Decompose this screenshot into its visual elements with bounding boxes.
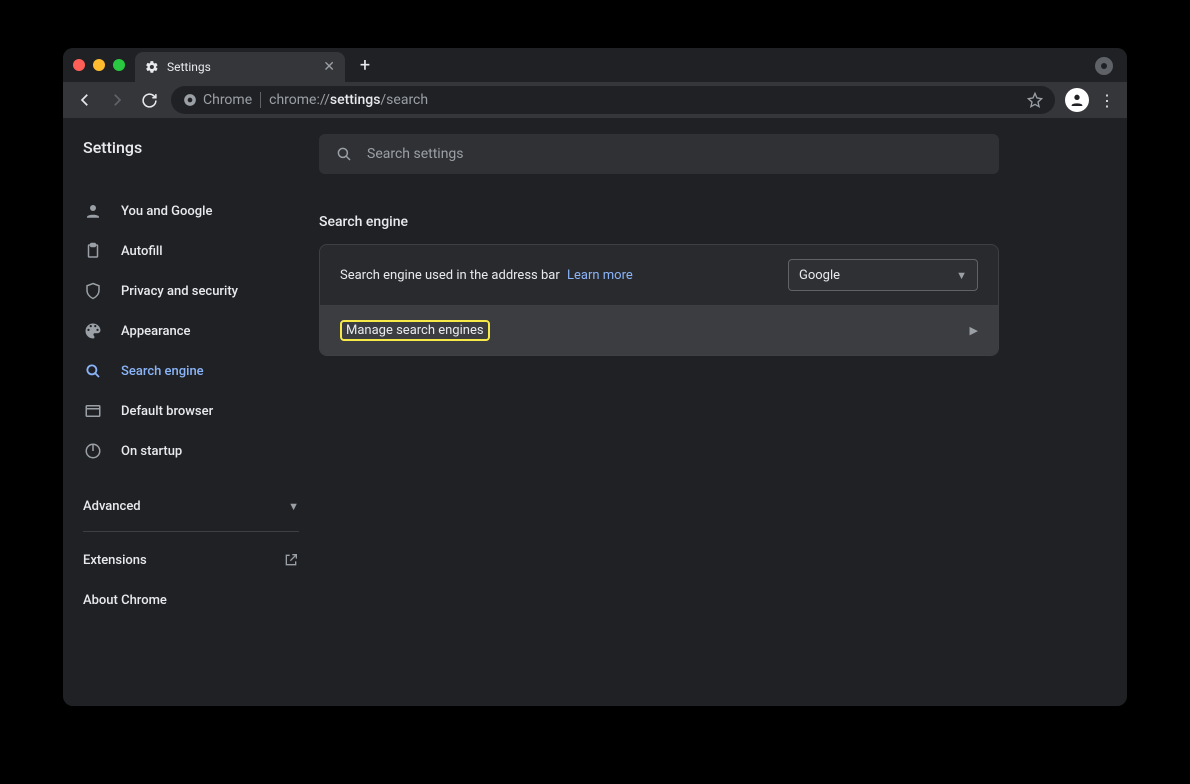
sidebar-item-label: On startup bbox=[121, 444, 182, 459]
incognito-indicator-icon[interactable] bbox=[1095, 57, 1113, 75]
site-info: Chrome bbox=[183, 92, 261, 108]
power-icon bbox=[83, 441, 103, 461]
sidebar-item-appearance[interactable]: Appearance bbox=[63, 311, 319, 351]
new-tab-button[interactable]: + bbox=[353, 55, 377, 76]
window-controls bbox=[73, 59, 125, 71]
gear-icon bbox=[145, 60, 159, 74]
browser-icon bbox=[83, 401, 103, 421]
settings-page: Settings You and Google Autofill Privacy… bbox=[63, 118, 1127, 706]
external-link-icon bbox=[283, 552, 299, 568]
advanced-label: Advanced bbox=[83, 499, 141, 514]
sidebar-item-search-engine[interactable]: Search engine bbox=[63, 351, 319, 391]
sidebar-item-label: Search engine bbox=[121, 364, 204, 379]
section-title: Search engine bbox=[319, 214, 1087, 230]
close-window-button[interactable] bbox=[73, 59, 85, 71]
about-label: About Chrome bbox=[83, 593, 167, 608]
search-engine-card: Search engine used in the address bar Le… bbox=[319, 244, 999, 356]
learn-more-link[interactable]: Learn more bbox=[567, 268, 633, 283]
address-bar[interactable]: Chrome chrome://settings/search bbox=[171, 86, 1055, 114]
sidebar-item-you-and-google[interactable]: You and Google bbox=[63, 191, 319, 231]
chevron-down-icon: ▼ bbox=[288, 500, 299, 513]
chevron-right-icon: ▶ bbox=[970, 324, 978, 337]
sidebar-divider bbox=[83, 531, 299, 532]
main-panel: Search engine Search engine used in the … bbox=[319, 118, 1127, 706]
sidebar-extensions-link[interactable]: Extensions bbox=[63, 540, 319, 580]
tab-strip: Settings ✕ + bbox=[63, 48, 1127, 82]
manage-search-engines-label: Manage search engines bbox=[340, 320, 490, 341]
bookmark-star-icon[interactable] bbox=[1027, 92, 1043, 108]
search-icon bbox=[335, 145, 353, 163]
sidebar-item-label: Default browser bbox=[121, 404, 213, 419]
person-icon bbox=[83, 201, 103, 221]
menu-button[interactable]: ⋮ bbox=[1095, 91, 1119, 110]
sidebar-item-label: Appearance bbox=[121, 324, 190, 339]
selected-engine: Google bbox=[799, 268, 840, 283]
sidebar-item-startup[interactable]: On startup bbox=[63, 431, 319, 471]
reload-button[interactable] bbox=[135, 86, 163, 114]
dropdown-caret-icon: ▼ bbox=[956, 269, 967, 282]
extensions-label: Extensions bbox=[83, 553, 147, 568]
clipboard-icon bbox=[83, 241, 103, 261]
sidebar-item-label: Privacy and security bbox=[121, 284, 238, 299]
url-text: chrome://settings/search bbox=[269, 92, 428, 108]
settings-search-box[interactable] bbox=[319, 134, 999, 174]
tab-title: Settings bbox=[167, 60, 211, 74]
sidebar: Settings You and Google Autofill Privacy… bbox=[63, 118, 319, 706]
sidebar-item-default-browser[interactable]: Default browser bbox=[63, 391, 319, 431]
row-label: Search engine used in the address bar Le… bbox=[340, 268, 633, 283]
sidebar-item-autofill[interactable]: Autofill bbox=[63, 231, 319, 271]
default-search-engine-row: Search engine used in the address bar Le… bbox=[320, 245, 998, 305]
toolbar: Chrome chrome://settings/search ⋮ bbox=[63, 82, 1127, 118]
sidebar-advanced-toggle[interactable]: Advanced ▼ bbox=[63, 483, 319, 531]
palette-icon bbox=[83, 321, 103, 341]
minimize-window-button[interactable] bbox=[93, 59, 105, 71]
chrome-icon bbox=[183, 93, 197, 107]
maximize-window-button[interactable] bbox=[113, 59, 125, 71]
shield-icon bbox=[83, 281, 103, 301]
sidebar-item-label: You and Google bbox=[121, 204, 212, 219]
forward-button[interactable] bbox=[103, 86, 131, 114]
page-title: Settings bbox=[63, 134, 319, 175]
manage-search-engines-row[interactable]: Manage search engines ▶ bbox=[320, 305, 998, 355]
close-tab-button[interactable]: ✕ bbox=[323, 59, 335, 75]
site-label: Chrome bbox=[203, 92, 252, 108]
search-engine-select[interactable]: Google ▼ bbox=[788, 259, 978, 291]
search-icon bbox=[83, 361, 103, 381]
sidebar-about-link[interactable]: About Chrome bbox=[63, 580, 319, 620]
settings-search-input[interactable] bbox=[367, 146, 983, 162]
profile-button[interactable] bbox=[1065, 88, 1089, 112]
sidebar-item-privacy[interactable]: Privacy and security bbox=[63, 271, 319, 311]
browser-tab[interactable]: Settings ✕ bbox=[135, 52, 345, 82]
browser-window: Settings ✕ + Chrome chrome://settings/se… bbox=[63, 48, 1127, 706]
back-button[interactable] bbox=[71, 86, 99, 114]
sidebar-item-label: Autofill bbox=[121, 244, 163, 259]
